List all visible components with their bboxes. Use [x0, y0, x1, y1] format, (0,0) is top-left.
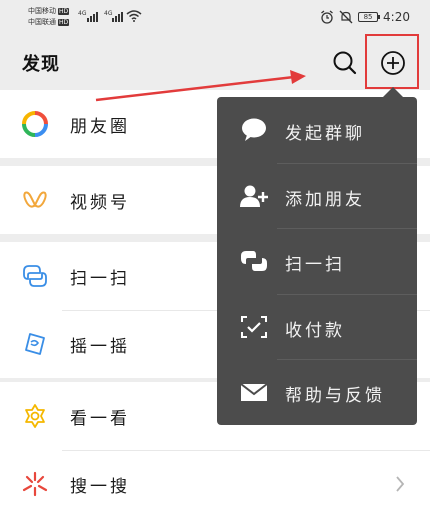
list-item-label: 搜一搜 — [70, 477, 130, 497]
list-item-label: 朋友圈 — [70, 117, 130, 137]
menu-item-label: 扫一扫 — [285, 255, 345, 276]
menu-item-scan[interactable]: 扫一扫 — [217, 228, 417, 294]
mail-icon — [240, 383, 268, 402]
menu-item-label: 发起群聊 — [285, 124, 365, 144]
menu-item-add-friend[interactable]: 添加朋友 — [217, 162, 417, 229]
list-item-label: 摇一摇 — [70, 337, 130, 357]
add-popup-menu: 发起群聊 添加朋友 扫一扫 收付款 帮助与反馈 — [217, 97, 417, 425]
list-item-search[interactable]: 搜一搜 — [0, 450, 430, 515]
status-right: 85 4:20 — [320, 9, 410, 25]
signal-2-icon — [112, 10, 126, 22]
mute-bell-icon — [339, 10, 353, 24]
scan-icon — [241, 251, 267, 272]
payment-icon — [241, 315, 267, 338]
carrier-2: 中国联通 HD — [28, 18, 70, 27]
shake-icon — [25, 333, 45, 355]
scan-icon — [23, 265, 47, 287]
menu-item-label: 收付款 — [285, 320, 345, 341]
wifi-icon — [126, 10, 142, 22]
menu-item-help-feedback[interactable]: 帮助与反馈 — [217, 359, 417, 425]
hd-badge-1: HD — [58, 7, 70, 15]
menu-item-group-chat[interactable]: 发起群聊 — [217, 97, 417, 163]
page-title: 发现 — [22, 54, 60, 75]
channels-icon — [23, 191, 47, 208]
battery-level: 85 — [363, 13, 373, 21]
status-bar: 中国移动 HD 中国联通 HD 4G 4G 85 4:20 — [0, 0, 430, 34]
status-time: 4:20 — [383, 10, 410, 24]
list-item-label: 看一看 — [70, 409, 130, 429]
battery-icon: 85 — [358, 12, 381, 22]
highlight-box — [365, 34, 419, 89]
network-type-1: 4G — [78, 10, 87, 17]
add-friend-icon — [240, 185, 268, 207]
search-sparkle-icon — [22, 471, 48, 497]
chevron-right-icon — [396, 476, 405, 492]
carrier-2-name: 中国联通 — [28, 18, 56, 26]
hd-badge-2: HD — [58, 18, 70, 26]
menu-item-payment[interactable]: 收付款 — [217, 293, 417, 360]
menu-item-label: 添加朋友 — [285, 189, 365, 210]
list-item-label: 扫一扫 — [70, 269, 130, 289]
carrier-1: 中国移动 HD — [28, 7, 70, 16]
list-item-label: 视频号 — [70, 193, 130, 213]
search-icon — [333, 51, 357, 75]
alarm-icon — [321, 10, 333, 24]
popup-caret — [383, 87, 403, 97]
menu-item-label: 帮助与反馈 — [285, 386, 385, 407]
top-stories-icon — [25, 404, 45, 428]
chat-bubble-icon — [242, 118, 266, 141]
carrier-1-name: 中国移动 — [28, 7, 56, 15]
signal-1-icon — [87, 10, 101, 22]
moments-icon — [22, 111, 48, 137]
search-button[interactable] — [330, 48, 360, 78]
